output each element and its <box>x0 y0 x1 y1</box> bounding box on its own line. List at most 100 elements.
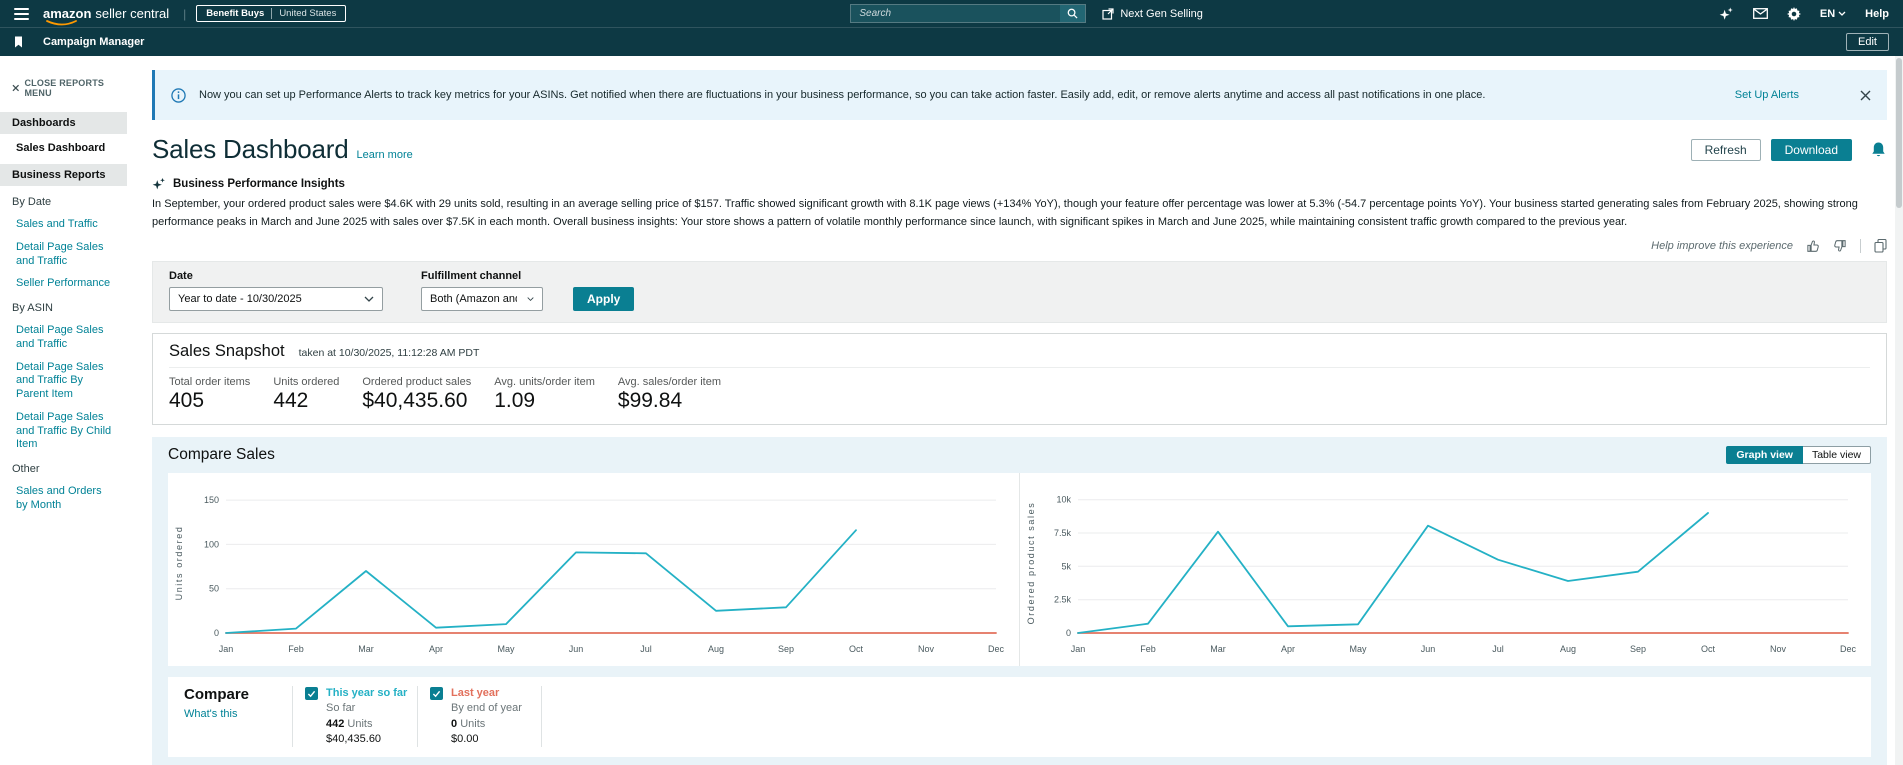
sidebar-item-sales-dashboard[interactable]: Sales Dashboard <box>0 138 127 164</box>
sidebar-item-detail-page-sales-and-traffic[interactable]: Detail Page Sales and Traffic <box>0 320 127 357</box>
date-range-select[interactable]: Year to date - 10/30/2025 <box>169 287 383 311</box>
scrollbar-thumb[interactable] <box>1896 58 1902 208</box>
sidebar-item-sales-and-traffic[interactable]: Sales and Traffic <box>0 214 127 237</box>
account-divider <box>271 8 272 19</box>
compare-charts: 050100150JanFebMarAprMayJunJulAugSepOctN… <box>168 473 1871 666</box>
legend-checkbox[interactable] <box>305 687 318 700</box>
svg-text:0: 0 <box>1066 628 1071 638</box>
svg-text:Jun: Jun <box>1421 644 1436 654</box>
svg-text:Nov: Nov <box>918 644 935 654</box>
svg-text:10k: 10k <box>1056 495 1071 505</box>
next-gen-selling-label: Next Gen Selling <box>1120 8 1203 20</box>
sidebar-item-detail-page-sales-and-traffic-by-parent-item[interactable]: Detail Page Sales and Traffic By Parent … <box>0 357 127 407</box>
next-gen-selling-link[interactable]: Next Gen Selling <box>1102 8 1203 20</box>
svg-text:Ordered product sales: Ordered product sales <box>1026 502 1036 625</box>
svg-text:Apr: Apr <box>1281 644 1295 654</box>
legend-item-text: Last yearBy end of year0 Units$0.00 <box>451 686 522 747</box>
sidebar-item-business-reports: Business Reports <box>0 164 127 186</box>
copy-icon[interactable] <box>1874 239 1887 253</box>
sidebar-item-detail-page-sales-and-traffic-by-child-item[interactable]: Detail Page Sales and Traffic By Child I… <box>0 407 127 457</box>
svg-text:100: 100 <box>204 540 219 550</box>
legend-item-this-year-so-far: This year so farSo far442 Units$40,435.6… <box>292 686 417 747</box>
svg-text:Feb: Feb <box>288 644 304 654</box>
refresh-button[interactable]: Refresh <box>1691 139 1761 161</box>
amazon-seller-central-logo[interactable]: amazon seller central <box>43 6 169 21</box>
seller-central-logo-text: seller central <box>95 6 169 21</box>
help-link[interactable]: Help <box>1865 8 1889 20</box>
compare-legend-title: Compare <box>184 686 292 703</box>
apply-button[interactable]: Apply <box>573 287 634 311</box>
snapshot-title: Sales Snapshot <box>169 342 285 361</box>
feedback-prompt: Help improve this experience <box>1651 240 1793 252</box>
stat-label: Total order items <box>169 376 250 388</box>
svg-text:Sep: Sep <box>778 644 794 654</box>
reports-sidebar: CLOSE REPORTS MENU DashboardsSales Dashb… <box>0 56 127 765</box>
logo-divider: | <box>183 7 186 21</box>
stat-units-ordered: Units ordered442 <box>273 376 339 413</box>
legend-checkbox[interactable] <box>430 687 443 700</box>
edit-button[interactable]: Edit <box>1846 33 1889 51</box>
banner-close-button[interactable] <box>1860 90 1871 101</box>
thumbs-down-icon[interactable] <box>1833 239 1847 253</box>
line-chart: 02.5k5k7.5k10kJanFebMarAprMayJunJulAugSe… <box>1024 481 1864 659</box>
svg-text:Jun: Jun <box>569 644 584 654</box>
bookmark-icon[interactable] <box>14 36 23 48</box>
performance-alerts-banner: Now you can set up Performance Alerts to… <box>152 70 1887 120</box>
vertical-scrollbar[interactable] <box>1895 56 1903 765</box>
insights-body: In September, your ordered product sales… <box>152 196 1887 231</box>
legend-item-text: This year so farSo far442 Units$40,435.6… <box>326 686 407 747</box>
svg-text:Oct: Oct <box>849 644 864 654</box>
ai-sparkle-icon[interactable] <box>1719 7 1734 21</box>
marketplace-name: United States <box>279 8 336 19</box>
sidebar-item-detail-page-sales-and-traffic[interactable]: Detail Page Sales and Traffic <box>0 237 127 274</box>
sidebar-item-seller-performance[interactable]: Seller Performance <box>0 273 127 296</box>
stat-label: Avg. units/order item <box>494 376 595 388</box>
svg-text:Mar: Mar <box>1210 644 1226 654</box>
table-view-button[interactable]: Table view <box>1803 446 1871 464</box>
svg-text:Dec: Dec <box>988 644 1005 654</box>
learn-more-link[interactable]: Learn more <box>356 149 412 165</box>
account-marketplace-switcher[interactable]: Benefit Buys United States <box>196 5 346 22</box>
settings-gear-icon[interactable] <box>1787 7 1801 21</box>
sidebar-item-sales-and-orders-by-month[interactable]: Sales and Orders by Month <box>0 481 127 518</box>
svg-text:2.5k: 2.5k <box>1054 595 1072 605</box>
notifications-bell-icon[interactable] <box>1870 141 1887 159</box>
filter-bar: Date Year to date - 10/30/2025 Fulfillme… <box>152 261 1887 323</box>
thumbs-up-icon[interactable] <box>1806 239 1820 253</box>
svg-text:Jan: Jan <box>1071 644 1086 654</box>
search-input[interactable] <box>850 4 1060 23</box>
legend-item-last-year: Last yearBy end of year0 Units$0.00 <box>417 686 542 747</box>
stat-avg-sales-order-item: Avg. sales/order item$99.84 <box>618 376 721 413</box>
chevron-down-icon <box>364 296 374 302</box>
sales-snapshot-panel: Sales Snapshot taken at 10/30/2025, 11:1… <box>152 333 1887 425</box>
sidebar-item-by-date: By Date <box>0 190 127 214</box>
whats-this-link[interactable]: What's this <box>184 708 292 720</box>
language-selector[interactable]: EN <box>1820 8 1846 20</box>
snapshot-timestamp: taken at 10/30/2025, 11:12:28 AM PDT <box>299 347 480 359</box>
svg-text:Units ordered: Units ordered <box>174 526 184 601</box>
stat-value: $99.84 <box>618 389 721 413</box>
main-content: Now you can set up Performance Alerts to… <box>127 56 1903 765</box>
menu-icon[interactable] <box>14 8 29 20</box>
line-chart: 050100150JanFebMarAprMayJunJulAugSepOctN… <box>172 481 1012 659</box>
messages-icon[interactable] <box>1753 8 1768 19</box>
fulfillment-channel-select[interactable]: Both (Amazon and seller) <box>421 287 543 311</box>
business-performance-insights: Business Performance Insights In Septemb… <box>152 177 1887 253</box>
chevron-down-icon <box>1838 11 1846 16</box>
feedback-divider <box>1860 239 1861 253</box>
stat-label: Units ordered <box>273 376 339 388</box>
amazon-logo-text: amazon <box>43 6 91 21</box>
close-reports-menu[interactable]: CLOSE REPORTS MENU <box>0 78 127 112</box>
search-button[interactable] <box>1060 4 1086 23</box>
download-button[interactable]: Download <box>1771 139 1852 161</box>
close-icon <box>12 84 19 92</box>
svg-text:50: 50 <box>209 584 219 594</box>
account-name: Benefit Buys <box>206 8 264 19</box>
stat-label: Ordered product sales <box>362 376 471 388</box>
set-up-alerts-link[interactable]: Set Up Alerts <box>1735 89 1799 101</box>
launch-icon <box>1102 8 1114 20</box>
sparkle-icon <box>152 177 166 191</box>
svg-text:Dec: Dec <box>1840 644 1857 654</box>
channel-filter-label: Fulfillment channel <box>421 270 543 282</box>
graph-view-button[interactable]: Graph view <box>1726 446 1803 464</box>
